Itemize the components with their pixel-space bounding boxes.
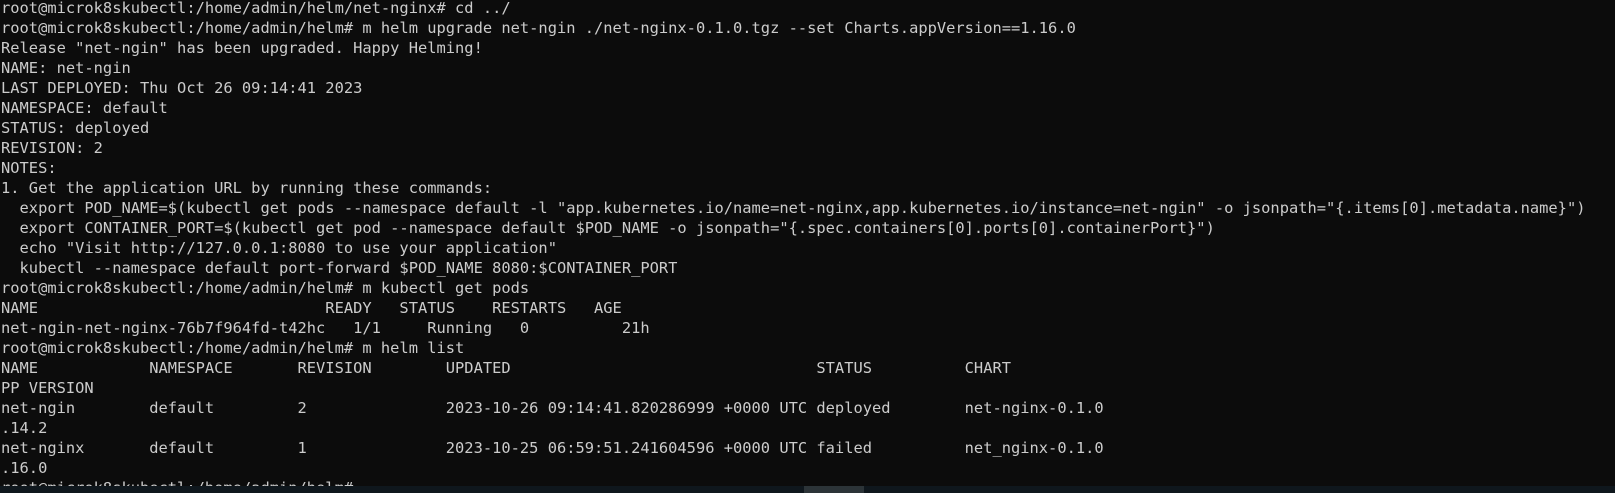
- terminal-line: LAST DEPLOYED: Thu Oct 26 09:14:41 2023: [1, 79, 363, 97]
- terminal-line: Release "net-ngin" has been upgraded. Ha…: [1, 39, 483, 57]
- terminal-line: export POD_NAME=$(kubectl get pods --nam…: [1, 199, 1586, 217]
- terminal-line: root@microk8skubectl:/home/admin/helm/ne…: [1, 0, 511, 17]
- terminal-line: .16.0: [1, 459, 48, 477]
- terminal-line: NAMESPACE: default: [1, 99, 168, 117]
- scrollbar-thumb[interactable]: [804, 486, 864, 493]
- terminal-line: kubectl --namespace default port-forward…: [1, 259, 678, 277]
- terminal-line: NAME READY STATUS RESTARTS AGE: [1, 299, 622, 317]
- terminal-line: net-nginx default 1 2023-10-25 06:59:51.…: [1, 439, 1104, 457]
- terminal-line: echo "Visit http://127.0.0.1:8080 to use…: [1, 239, 557, 257]
- terminal-line: NAME: net-ngin: [1, 59, 131, 77]
- terminal-line: REVISION: 2: [1, 139, 103, 157]
- terminal-line: net-ngin-net-nginx-76b7f964fd-t42hc 1/1 …: [1, 319, 650, 337]
- terminal-line: NOTES:: [1, 159, 57, 177]
- terminal-line: PP VERSION: [1, 379, 94, 397]
- terminal-line: root@microk8skubectl:/home/admin/helm# m…: [1, 339, 465, 357]
- terminal-line: export CONTAINER_PORT=$(kubectl get pod …: [1, 219, 1215, 237]
- terminal-line: net-ngin default 2 2023-10-26 09:14:41.8…: [1, 399, 1104, 417]
- horizontal-scrollbar[interactable]: [0, 486, 1615, 493]
- terminal-line: .14.2: [1, 419, 48, 437]
- terminal-line: STATUS: deployed: [1, 119, 150, 137]
- terminal-window[interactable]: root@microk8skubectl:/home/admin/helm/ne…: [0, 0, 1615, 491]
- terminal-line: 1. Get the application URL by running th…: [1, 179, 493, 197]
- terminal-line: root@microk8skubectl:/home/admin/helm# m…: [1, 19, 1076, 37]
- terminal-line: NAME NAMESPACE REVISION UPDATED STATUS C…: [1, 359, 1011, 377]
- terminal-line: root@microk8skubectl:/home/admin/helm# m…: [1, 279, 530, 297]
